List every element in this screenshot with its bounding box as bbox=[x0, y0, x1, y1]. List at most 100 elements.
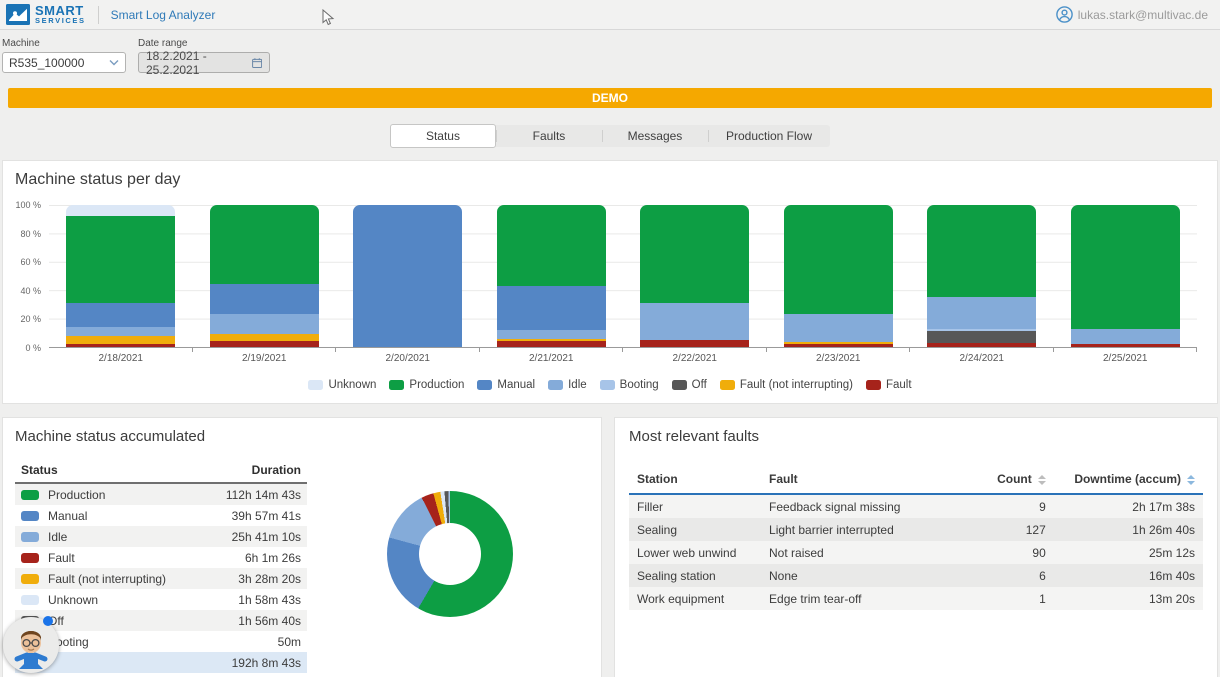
machine-select[interactable]: R535_100000 bbox=[2, 52, 126, 73]
status-duration: 1h 56m 40s bbox=[203, 610, 307, 631]
fault-count: 1 bbox=[973, 587, 1053, 610]
date-range-value: 18.2.2021 - 25.2.2021 bbox=[146, 49, 246, 77]
fault-count: 6 bbox=[973, 564, 1053, 587]
stacked-bar-2/21/2021[interactable] bbox=[497, 205, 606, 347]
accumulated-row-fault_ni: Fault (not interrupting)3h 28m 20s bbox=[15, 568, 307, 589]
fault-downtime: 16m 40s bbox=[1054, 564, 1203, 587]
fault-row[interactable]: Lower web unwindNot raised9025m 12s bbox=[629, 541, 1203, 564]
y-tick-label: 60 % bbox=[20, 257, 41, 267]
faults-col-station[interactable]: Station bbox=[629, 467, 761, 494]
fault-station: Sealing station bbox=[629, 564, 761, 587]
mouse-cursor bbox=[322, 9, 335, 26]
legend-item-fault_ni[interactable]: Fault (not interrupting) bbox=[720, 379, 853, 391]
chevron-down-icon bbox=[109, 59, 119, 66]
faults-title: Most relevant faults bbox=[629, 428, 1203, 445]
user-menu[interactable]: lukas.stark@multivac.de bbox=[1056, 6, 1208, 23]
status-name: Idle bbox=[48, 530, 67, 544]
tab-production-flow[interactable]: Production Flow bbox=[708, 125, 830, 147]
fault-station: Lower web unwind bbox=[629, 541, 761, 564]
legend-label: Fault bbox=[886, 379, 912, 391]
legend-item-manual[interactable]: Manual bbox=[477, 379, 535, 391]
status-name: Production bbox=[48, 488, 105, 502]
legend-swatch-fault bbox=[866, 380, 881, 390]
legend-swatch-manual bbox=[477, 380, 492, 390]
y-tick-label: 0 % bbox=[25, 343, 41, 353]
faults-col-count[interactable]: Count bbox=[973, 467, 1053, 494]
status-duration: 25h 41m 10s bbox=[203, 526, 307, 547]
faults-table: Station Fault Count Downtime (accum) Fil… bbox=[629, 467, 1203, 610]
total-duration: 192h 8m 43s bbox=[203, 652, 307, 673]
x-tick-label: 2/22/2021 bbox=[623, 353, 767, 364]
legend-item-production[interactable]: Production bbox=[389, 379, 464, 391]
x-tick-label: 2/18/2021 bbox=[49, 353, 193, 364]
legend-label: Idle bbox=[568, 379, 587, 391]
tab-bar: StatusFaultsMessagesProduction Flow bbox=[0, 125, 1220, 147]
date-range-label: Date range bbox=[138, 38, 270, 49]
faults-col-fault[interactable]: Fault bbox=[761, 467, 973, 494]
accumulated-title: Machine status accumulated bbox=[15, 428, 589, 445]
fault-count: 127 bbox=[973, 518, 1053, 541]
status-name: Manual bbox=[48, 509, 87, 523]
stacked-bar-2/20/2021[interactable] bbox=[353, 205, 462, 347]
header-divider bbox=[98, 6, 99, 24]
chart-legend: Unknown Production Manual Idle Booting Off Fau… bbox=[15, 379, 1205, 391]
fault-row[interactable]: Sealing stationNone616m 40s bbox=[629, 564, 1203, 587]
segment-production bbox=[927, 205, 1036, 297]
date-range-input[interactable]: 18.2.2021 - 25.2.2021 bbox=[138, 52, 270, 73]
plot-area bbox=[49, 205, 1197, 348]
segment-fault bbox=[784, 344, 893, 347]
sort-icon-downtime[interactable] bbox=[1187, 475, 1195, 485]
stacked-bar-2/23/2021[interactable] bbox=[784, 205, 893, 347]
fault-station: Filler bbox=[629, 494, 761, 518]
faults-col-downtime[interactable]: Downtime (accum) bbox=[1054, 467, 1203, 494]
tab-messages[interactable]: Messages bbox=[602, 125, 708, 147]
demo-banner-text: DEMO bbox=[592, 91, 628, 105]
fault-downtime: 13m 20s bbox=[1054, 587, 1203, 610]
tab-faults[interactable]: Faults bbox=[496, 125, 602, 147]
bar-slot bbox=[767, 205, 911, 347]
fault-row[interactable]: SealingLight barrier interrupted1271h 26… bbox=[629, 518, 1203, 541]
legend-swatch-off bbox=[672, 380, 687, 390]
legend-item-booting[interactable]: Booting bbox=[600, 379, 659, 391]
demo-banner: DEMO bbox=[8, 88, 1212, 108]
segment-production bbox=[784, 205, 893, 314]
machine-status-per-day-card: Machine status per day 100 %80 %60 %40 %… bbox=[2, 160, 1218, 404]
status-duration: 6h 1m 26s bbox=[203, 547, 307, 568]
legend-item-unknown[interactable]: Unknown bbox=[308, 379, 376, 391]
machine-status-accumulated-card: Machine status accumulated Status Durati… bbox=[2, 417, 602, 677]
machine-label: Machine bbox=[2, 38, 126, 49]
legend-item-fault[interactable]: Fault bbox=[866, 379, 912, 391]
y-tick-label: 20 % bbox=[20, 314, 41, 324]
segment-fault bbox=[497, 341, 606, 347]
stacked-bar-2/22/2021[interactable] bbox=[640, 205, 749, 347]
bar-slot bbox=[480, 205, 624, 347]
fault-row[interactable]: Work equipmentEdge trim tear-off113m 20s bbox=[629, 587, 1203, 610]
status-name: Fault (not interrupting) bbox=[48, 572, 166, 586]
stacked-bar-2/25/2021[interactable] bbox=[1071, 205, 1180, 347]
bar-slot bbox=[336, 205, 480, 347]
fault-fault: Feedback signal missing bbox=[761, 494, 973, 518]
segment-unknown bbox=[66, 205, 175, 216]
assistant-widget[interactable] bbox=[3, 617, 59, 673]
fault-row[interactable]: FillerFeedback signal missing92h 17m 38s bbox=[629, 494, 1203, 518]
bar-slot bbox=[910, 205, 1054, 347]
segment-idle bbox=[784, 314, 893, 342]
segment-manual bbox=[210, 284, 319, 314]
segment-fault bbox=[927, 343, 1036, 347]
stacked-bar-2/19/2021[interactable] bbox=[210, 205, 319, 347]
sort-icon-count[interactable] bbox=[1038, 475, 1046, 485]
stacked-bar-2/18/2021[interactable] bbox=[66, 205, 175, 347]
bar-slot bbox=[1054, 205, 1198, 347]
accumulated-row-fault: Fault6h 1m 26s bbox=[15, 547, 307, 568]
legend-item-off[interactable]: Off bbox=[672, 379, 707, 391]
segment-idle bbox=[210, 314, 319, 335]
segment-manual bbox=[66, 303, 175, 327]
tab-status[interactable]: Status bbox=[390, 124, 496, 148]
legend-item-idle[interactable]: Idle bbox=[548, 379, 587, 391]
status-swatch-manual bbox=[21, 511, 39, 521]
segment-manual bbox=[353, 205, 462, 347]
bar-slot bbox=[49, 205, 193, 347]
stacked-bar-2/24/2021[interactable] bbox=[927, 205, 1036, 347]
y-axis: 100 %80 %60 %40 %20 %0 % bbox=[17, 205, 47, 348]
legend-label: Manual bbox=[497, 379, 535, 391]
